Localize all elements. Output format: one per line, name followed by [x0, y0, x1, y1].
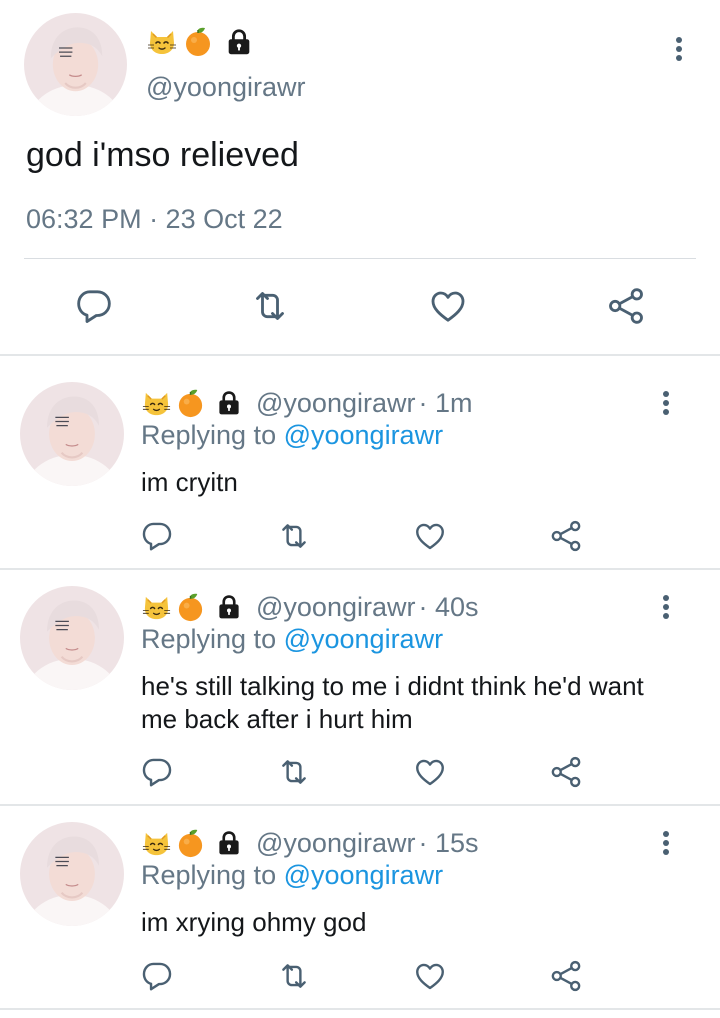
- like-icon[interactable]: [413, 959, 447, 993]
- reply-actions: [0, 755, 720, 795]
- avatar[interactable]: [20, 586, 124, 690]
- retweet-icon[interactable]: [277, 959, 311, 993]
- tangerine-emoji: [182, 26, 214, 58]
- cat-face-emoji: [141, 592, 172, 623]
- reply-time: · 40s: [418, 591, 479, 622]
- share-icon[interactable]: [549, 959, 583, 993]
- display-name-emojis: [141, 828, 243, 859]
- reply-time: · 15s: [418, 827, 479, 858]
- replying-to: Replying to @yoongirawr: [141, 420, 443, 451]
- replying-to: Replying to @yoongirawr: [141, 624, 443, 655]
- replying-to-link[interactable]: @yoongirawr: [284, 420, 443, 450]
- lock-icon: [215, 389, 243, 417]
- replying-to-label: Replying to: [141, 860, 284, 890]
- reply-icon[interactable]: [140, 519, 174, 553]
- more-options-icon[interactable]: [651, 388, 681, 418]
- display-name-emojis: [146, 26, 254, 58]
- retweet-icon[interactable]: [277, 519, 311, 553]
- reply-header: @yoongirawr · 1m: [141, 386, 472, 420]
- avatar-photo: [20, 822, 124, 926]
- reply-icon[interactable]: [74, 286, 114, 326]
- avatar-photo: [24, 13, 127, 116]
- divider: [0, 1008, 720, 1010]
- reply-icon[interactable]: [140, 959, 174, 993]
- reply-text: he's still talking to me i didnt think h…: [141, 671, 644, 734]
- reply-icon[interactable]: [140, 755, 174, 789]
- user-handle[interactable]: @yoongirawr: [146, 72, 305, 103]
- like-icon[interactable]: [413, 519, 447, 553]
- avatar-photo: [20, 586, 124, 690]
- reply-text: im xrying ohmy god: [141, 907, 367, 937]
- share-icon[interactable]: [549, 519, 583, 553]
- lock-icon: [215, 829, 243, 857]
- more-options-icon[interactable]: [664, 34, 694, 64]
- reply-time: · 1m: [418, 387, 473, 418]
- reply-header: @yoongirawr · 40s: [141, 590, 479, 624]
- user-handle[interactable]: @yoongirawr: [256, 592, 415, 623]
- like-icon[interactable]: [428, 286, 468, 326]
- main-tweet: @yoongirawr god i'mso relieved 06:32 PM …: [0, 0, 720, 355]
- more-options-icon[interactable]: [651, 592, 681, 622]
- replying-to-label: Replying to: [141, 420, 284, 450]
- tweet-text: god i'mso relieved: [26, 136, 299, 174]
- user-handle[interactable]: @yoongirawr: [256, 828, 415, 859]
- reply-text: im cryitn: [141, 467, 238, 497]
- tangerine-emoji: [175, 388, 206, 419]
- reply-actions: [0, 959, 720, 999]
- share-icon[interactable]: [549, 755, 583, 789]
- reply-tweet[interactable]: @yoongirawr · 15s Replying to @yoongiraw…: [0, 796, 720, 1008]
- cat-face-emoji: [146, 26, 178, 58]
- avatar[interactable]: [20, 822, 124, 926]
- avatar[interactable]: [20, 382, 124, 486]
- retweet-icon[interactable]: [277, 755, 311, 789]
- lock-icon: [215, 593, 243, 621]
- more-options-icon[interactable]: [651, 828, 681, 858]
- retweet-icon[interactable]: [250, 286, 290, 326]
- avatar-photo: [20, 382, 124, 486]
- lock-icon: [224, 27, 254, 57]
- reply-actions: [0, 519, 720, 559]
- reply-tweet[interactable]: @yoongirawr · 1m Replying to @yoongirawr…: [0, 356, 720, 568]
- replying-to-label: Replying to: [141, 624, 284, 654]
- cat-face-emoji: [141, 828, 172, 859]
- reply-tweet[interactable]: @yoongirawr · 40s Replying to @yoongiraw…: [0, 560, 720, 804]
- divider: [24, 258, 696, 259]
- avatar[interactable]: [24, 13, 127, 116]
- display-name-emojis: [141, 592, 243, 623]
- user-handle[interactable]: @yoongirawr: [256, 388, 415, 419]
- replying-to: Replying to @yoongirawr: [141, 860, 443, 891]
- like-icon[interactable]: [413, 755, 447, 789]
- replying-to-link[interactable]: @yoongirawr: [284, 624, 443, 654]
- tweet-actions: [0, 280, 720, 332]
- tangerine-emoji: [175, 592, 206, 623]
- tangerine-emoji: [175, 828, 206, 859]
- share-icon[interactable]: [606, 286, 646, 326]
- display-name-emojis: [141, 388, 243, 419]
- cat-face-emoji: [141, 388, 172, 419]
- reply-header: @yoongirawr · 15s: [141, 826, 479, 860]
- tweet-timestamp[interactable]: 06:32 PM · 23 Oct 22: [26, 204, 283, 235]
- replying-to-link[interactable]: @yoongirawr: [284, 860, 443, 890]
